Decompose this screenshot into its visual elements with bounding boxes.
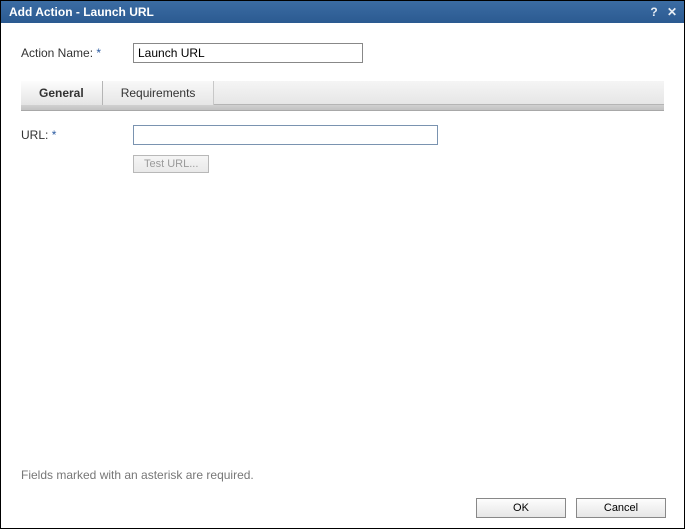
- required-footnote: Fields marked with an asterisk are requi…: [21, 468, 254, 482]
- asterisk-icon: *: [96, 46, 101, 60]
- url-label: URL: *: [21, 128, 133, 142]
- dialog-titlebar: Add Action - Launch URL ? ✕: [1, 1, 684, 23]
- tab-requirements[interactable]: Requirements: [103, 81, 215, 105]
- dialog-footer: OK Cancel: [1, 488, 684, 528]
- tab-separator: [21, 105, 664, 111]
- action-name-input[interactable]: [133, 43, 363, 63]
- asterisk-icon: *: [52, 128, 57, 142]
- tab-strip: General Requirements: [21, 81, 664, 105]
- dialog-title: Add Action - Launch URL: [9, 5, 644, 19]
- cancel-button[interactable]: Cancel: [576, 498, 666, 518]
- url-label-text: URL:: [21, 128, 48, 142]
- ok-button[interactable]: OK: [476, 498, 566, 518]
- close-icon[interactable]: ✕: [664, 4, 680, 20]
- action-name-row: Action Name: *: [21, 43, 664, 63]
- url-row: URL: *: [21, 125, 664, 145]
- url-input[interactable]: [133, 125, 438, 145]
- tab-panel-general: URL: * Test URL...: [21, 125, 664, 173]
- test-url-button: Test URL...: [133, 155, 209, 173]
- help-icon[interactable]: ?: [646, 4, 662, 20]
- test-url-row: Test URL...: [21, 155, 664, 173]
- action-name-label: Action Name: *: [21, 46, 133, 60]
- action-name-label-text: Action Name:: [21, 46, 93, 60]
- tab-general[interactable]: General: [21, 81, 103, 105]
- dialog-content: Action Name: * General Requirements URL:…: [1, 23, 684, 488]
